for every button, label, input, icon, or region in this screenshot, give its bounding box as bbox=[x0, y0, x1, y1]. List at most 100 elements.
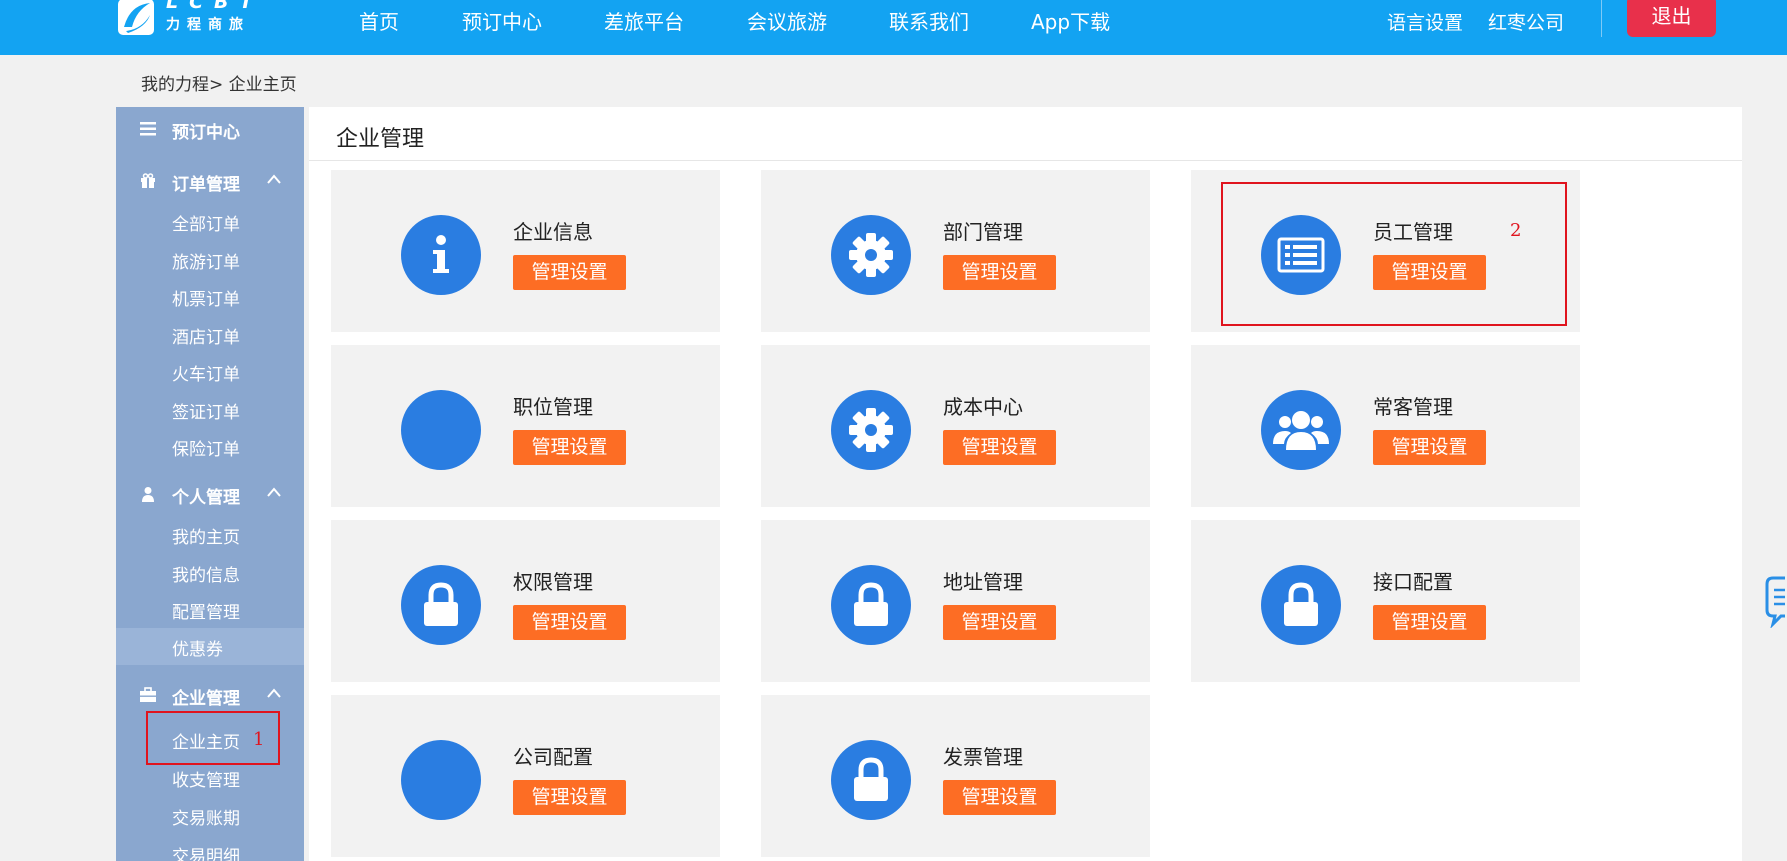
sidebar-group-label: 企业管理 bbox=[172, 689, 240, 709]
nav-meeting-travel[interactable]: 会议旅游 bbox=[747, 6, 827, 35]
icon-circle bbox=[1261, 565, 1341, 645]
user-icon bbox=[142, 487, 154, 502]
lock-icon bbox=[424, 582, 458, 626]
icon-circle bbox=[831, 565, 911, 645]
manage-settings-button[interactable]: 管理设置 bbox=[1373, 605, 1486, 640]
nav-contact-us[interactable]: 联系我们 bbox=[889, 6, 969, 35]
nav-app-download[interactable]: App下载 bbox=[1031, 6, 1110, 35]
annotation-number: 1 bbox=[253, 729, 265, 750]
sidebar-group-orders[interactable]: 订单管理 bbox=[116, 161, 304, 201]
manage-settings-button[interactable]: 管理设置 bbox=[943, 605, 1056, 640]
manage-settings-button[interactable]: 管理设置 bbox=[943, 255, 1056, 290]
manage-settings-button[interactable]: 管理设置 bbox=[513, 605, 626, 640]
sidebar-item-label: 保险订单 bbox=[172, 440, 240, 460]
icon-circle bbox=[401, 215, 481, 295]
manage-settings-button[interactable]: 管理设置 bbox=[943, 430, 1056, 465]
sidebar-item-billing-period[interactable]: 交易账期 bbox=[116, 797, 304, 834]
manage-settings-button[interactable]: 管理设置 bbox=[943, 780, 1056, 815]
card-title: 权限管理 bbox=[513, 570, 593, 594]
sidebar-group-booking[interactable]: 预订中心 bbox=[116, 109, 304, 149]
chevron-up-icon[interactable] bbox=[266, 173, 282, 185]
sidebar-item-config[interactable]: 配置管理 bbox=[116, 591, 304, 628]
card-title: 公司配置 bbox=[513, 745, 593, 769]
info-icon bbox=[433, 235, 449, 273]
manage-settings-button[interactable]: 管理设置 bbox=[1373, 430, 1486, 465]
highlight-box-employee-card bbox=[1221, 182, 1567, 326]
card-enterprise-info: 企业信息 管理设置 bbox=[331, 170, 720, 332]
icon-circle bbox=[401, 565, 481, 645]
card-invoice: 发票管理 管理设置 bbox=[761, 695, 1150, 857]
sidebar-item-label: 优惠券 bbox=[172, 640, 223, 660]
feedback-icon[interactable] bbox=[1763, 574, 1787, 628]
sidebar-group-label: 预订中心 bbox=[172, 123, 240, 143]
sidebar-item-label: 火车订单 bbox=[172, 365, 240, 385]
card-title: 企业信息 bbox=[513, 220, 593, 244]
icon-circle bbox=[831, 215, 911, 295]
card-address: 地址管理 管理设置 bbox=[761, 520, 1150, 682]
sidebar-item-label: 我的主页 bbox=[172, 528, 240, 548]
top-navigation-bar: LCBT 力程商旅 首页 预订中心 差旅平台 会议旅游 联系我们 App下载 语… bbox=[0, 0, 1787, 55]
icon-circle bbox=[831, 390, 911, 470]
sidebar-item-label: 配置管理 bbox=[172, 603, 240, 623]
sidebar-item-hotel-orders[interactable]: 酒店订单 bbox=[116, 316, 304, 353]
sidebar-item-coupons[interactable]: 优惠券 bbox=[116, 628, 304, 665]
sidebar-item-my-home[interactable]: 我的主页 bbox=[116, 516, 304, 553]
card-cost-center: 成本中心 管理设置 bbox=[761, 345, 1150, 507]
sidebar-item-label: 收支管理 bbox=[172, 771, 240, 791]
chevron-up-icon[interactable] bbox=[266, 687, 282, 699]
briefcase-icon bbox=[140, 687, 156, 702]
users-icon bbox=[1273, 411, 1329, 450]
sidebar-item-my-info[interactable]: 我的信息 bbox=[116, 554, 304, 591]
menu-icon bbox=[140, 122, 156, 136]
nav-home[interactable]: 首页 bbox=[359, 6, 399, 35]
card-title: 成本中心 bbox=[943, 395, 1023, 419]
logout-button[interactable]: 退出 bbox=[1627, 0, 1716, 37]
logo-text-en: LCBT bbox=[166, 0, 264, 13]
card-title: 发票管理 bbox=[943, 745, 1023, 769]
sidebar-item-label: 旅游订单 bbox=[172, 253, 240, 273]
card-company-config: 公司配置 管理设置 bbox=[331, 695, 720, 857]
lock-icon bbox=[854, 582, 888, 626]
language-settings-link[interactable]: 语言设置 bbox=[1387, 8, 1463, 35]
card-position: 职位管理 管理设置 bbox=[331, 345, 720, 507]
manage-settings-button[interactable]: 管理设置 bbox=[513, 255, 626, 290]
nav-booking-center[interactable]: 预订中心 bbox=[462, 6, 542, 35]
gear-icon bbox=[849, 233, 893, 277]
company-name-link[interactable]: 红枣公司 bbox=[1488, 8, 1564, 35]
sidebar-item-label: 交易账期 bbox=[172, 809, 240, 829]
chevron-up-icon[interactable] bbox=[266, 486, 282, 498]
card-title: 常客管理 bbox=[1373, 395, 1453, 419]
sidebar-item-label: 签证订单 bbox=[172, 403, 240, 423]
card-department: 部门管理 管理设置 bbox=[761, 170, 1150, 332]
gear-icon bbox=[849, 408, 893, 452]
card-permission: 权限管理 管理设置 bbox=[331, 520, 720, 682]
card-title: 部门管理 bbox=[943, 220, 1023, 244]
logo-text-cn: 力程商旅 bbox=[166, 17, 250, 33]
title-divider bbox=[309, 160, 1742, 161]
annotation-number: 2 bbox=[1510, 220, 1522, 241]
icon-circle bbox=[401, 390, 481, 470]
sidebar-item-insurance-orders[interactable]: 保险订单 bbox=[116, 428, 304, 465]
sidebar-item-train-orders[interactable]: 火车订单 bbox=[116, 353, 304, 390]
manage-settings-button[interactable]: 管理设置 bbox=[513, 430, 626, 465]
logo[interactable]: LCBT 力程商旅 bbox=[116, 0, 256, 39]
sidebar-item-flight-orders[interactable]: 机票订单 bbox=[116, 278, 304, 315]
nav-travel-platform[interactable]: 差旅平台 bbox=[604, 6, 684, 35]
sidebar-item-label: 全部订单 bbox=[172, 215, 240, 235]
sidebar-group-enterprise[interactable]: 企业管理 bbox=[116, 675, 304, 715]
sidebar-item-visa-orders[interactable]: 签证订单 bbox=[116, 391, 304, 428]
sidebar-group-personal[interactable]: 个人管理 bbox=[116, 474, 304, 514]
page-title: 企业管理 bbox=[336, 127, 425, 152]
card-title: 地址管理 bbox=[943, 570, 1023, 594]
gift-icon bbox=[141, 173, 155, 188]
lock-icon bbox=[854, 757, 888, 801]
sidebar-item-all-orders[interactable]: 全部订单 bbox=[116, 203, 304, 240]
sidebar-item-travel-orders[interactable]: 旅游订单 bbox=[116, 241, 304, 278]
sidebar-item-label: 酒店订单 bbox=[172, 328, 240, 348]
manage-settings-button[interactable]: 管理设置 bbox=[513, 780, 626, 815]
breadcrumb: 我的力程> 企业主页 bbox=[141, 75, 297, 95]
icon-circle bbox=[401, 740, 481, 820]
sidebar-item-transactions[interactable]: 交易明细 bbox=[116, 835, 304, 861]
icon-circle bbox=[831, 740, 911, 820]
sidebar-group-label: 个人管理 bbox=[172, 488, 240, 508]
